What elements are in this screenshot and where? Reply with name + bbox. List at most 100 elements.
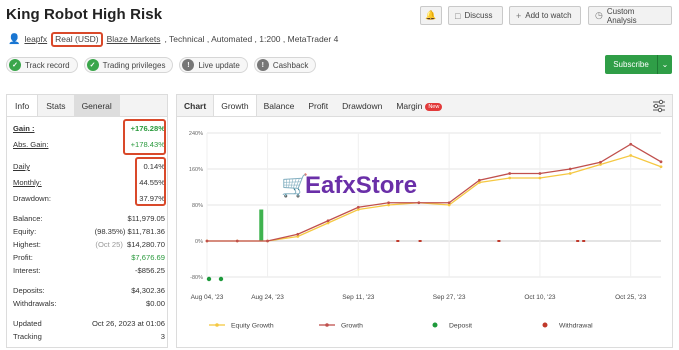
tab-profit[interactable]: Profit [301, 95, 335, 116]
stat-label: Drawdown: [13, 194, 51, 203]
chart-tabs: Chart Growth Balance Profit Drawdown Mar… [177, 95, 672, 117]
chart-extras [206, 209, 586, 282]
account-type: Real (USD) [51, 31, 103, 47]
deposit-bar [259, 209, 264, 241]
y-tick-label: 80% [192, 203, 203, 209]
check-icon: ✓ [86, 59, 99, 71]
chevron-down-icon[interactable]: ⌄ [658, 60, 672, 69]
page-title: King Robot High Risk [6, 6, 163, 23]
stat-profit: Profit: $7,676.69 [13, 251, 165, 264]
series-point [538, 176, 542, 180]
badge-row: ✓ Track record ✓ Trading privileges ! Li… [6, 57, 317, 73]
stat-label: Balance: [13, 214, 43, 223]
series-point [508, 172, 512, 175]
series-point [659, 160, 663, 164]
deposit-marker [206, 276, 212, 282]
info-tabs: Info Stats General [7, 95, 167, 117]
withdrawal-marker [497, 240, 501, 242]
badge-label: Track record [25, 60, 70, 70]
x-tick-label: Oct 10, '23 [524, 294, 556, 301]
chart-panel: Chart Growth Balance Profit Drawdown Mar… [176, 94, 673, 348]
stat-value: $11,979.05 [127, 214, 165, 223]
tab-stats[interactable]: Stats [38, 95, 73, 116]
watermark-text: EafxStore [305, 172, 417, 199]
user-link[interactable]: leapfx [24, 34, 47, 44]
watermark: 🛒 EafxStore [281, 172, 417, 199]
series-point [659, 165, 663, 169]
clock-icon: ◷ [595, 10, 603, 20]
legend-label: Growth [341, 323, 363, 330]
withdrawal-marker [418, 240, 422, 242]
custom-analysis-label: Custom Analysis [606, 6, 637, 25]
deposit-marker [218, 276, 224, 282]
series-point [508, 176, 512, 180]
stat-value-wrap: (98.35%) $11,781.36 [95, 227, 165, 236]
notification-button[interactable]: 🔔 [420, 6, 442, 25]
tab-growth[interactable]: Growth [213, 95, 257, 116]
stat-note: (98.35%) [94, 227, 126, 236]
stat-label: Gain : [13, 124, 35, 133]
stat-value-wrap: (Oct 25) $14,280.70 [95, 240, 165, 249]
stat-deposits: Deposits: $4,302.36 [13, 284, 165, 297]
series-point [326, 219, 330, 223]
subscribe-button[interactable]: Subscribe ⌄ [605, 55, 672, 74]
x-axis-ticks: Aug 04, '23 Aug 24, '23 Sep 11, '23 Sep 27,… [191, 294, 647, 301]
series-point [417, 201, 421, 205]
y-axis-ticks: 240% 160% 80% 0% -80% [189, 131, 203, 281]
series-point [629, 154, 633, 157]
badge-cashback: ! Cashback [253, 57, 317, 73]
badge-label: Trading privileges [102, 60, 166, 70]
series-point [205, 239, 209, 243]
broker-link[interactable]: Blaze Markets [107, 34, 161, 44]
discuss-button[interactable]: □ Discuss [448, 6, 503, 25]
tab-drawdown[interactable]: Drawdown [335, 95, 389, 116]
x-tick-label: Sep 11, '23 [342, 294, 375, 301]
y-tick-label: 160% [189, 167, 203, 173]
stat-value: $0.00 [145, 299, 165, 308]
stat-value: -$856.25 [135, 266, 165, 275]
custom-analysis-button[interactable]: ◷ Custom Analysis [588, 6, 672, 25]
series-point [266, 239, 269, 243]
chart-legend: Equity Growth Growth Deposit Withdrawal [209, 322, 593, 330]
check-icon: ✓ [9, 59, 21, 71]
stat-label: Equity: [13, 227, 37, 236]
badge-label: Cashback [272, 60, 309, 70]
chat-icon: □ [455, 10, 461, 21]
series-point [538, 172, 542, 175]
stat-label: Deposits: [13, 286, 45, 295]
stat-tracking: Tracking 3 [13, 330, 165, 343]
stat-label: Profit: [13, 253, 33, 262]
stat-label: Interest: [13, 266, 41, 275]
tab-general[interactable]: General [73, 95, 120, 116]
y-tick-label: -80% [190, 275, 203, 281]
stat-interest: Interest: -$856.25 [13, 264, 165, 277]
stat-label: Tracking [13, 332, 42, 341]
x-tick-label: Aug 04, '23 [191, 294, 224, 301]
withdrawal-marker [396, 240, 400, 242]
x-tick-label: Sep 27, '23 [433, 294, 466, 301]
add-to-watch-button[interactable]: + Add to watch [509, 6, 581, 25]
tab-info[interactable]: Info [7, 95, 39, 116]
stat-label: Updated [13, 319, 42, 328]
chart-grid [206, 132, 661, 278]
badge-live-update: ! Live update [179, 57, 248, 73]
tab-margin[interactable]: Margin New [389, 95, 449, 116]
account-meta: 👤 leapfx Real (USD) Blaze Markets , Tech… [8, 31, 338, 47]
y-tick-label: 0% [195, 239, 203, 245]
legend-swatch [432, 322, 438, 328]
stat-note: (Oct 25) [95, 240, 123, 249]
series-point [296, 232, 300, 236]
tab-chart[interactable]: Chart [177, 95, 214, 116]
settings-sliders-icon[interactable] [652, 99, 666, 113]
stat-label: Highest: [13, 240, 41, 249]
exclamation-icon: ! [256, 59, 269, 71]
legend-label: Withdrawal [559, 323, 593, 330]
tab-balance[interactable]: Balance [257, 95, 302, 116]
stat-value: $7,676.69 [131, 253, 165, 262]
stat-equity: Equity: (98.35%) $11,781.36 [13, 225, 165, 238]
stat-highest: Highest: (Oct 25) $14,280.70 [13, 238, 165, 251]
series-point [447, 201, 451, 205]
highlight-box-gain [123, 119, 166, 155]
stat-label: Monthly: [13, 178, 42, 187]
withdrawal-marker [582, 240, 586, 242]
